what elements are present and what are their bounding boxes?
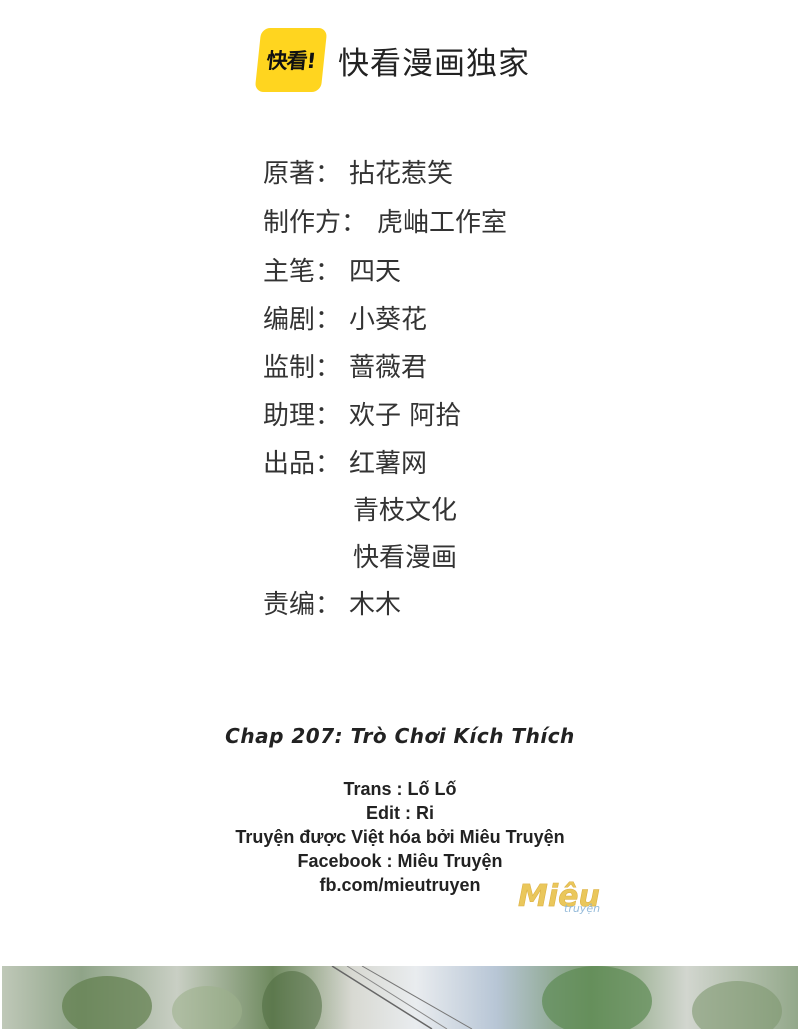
credit-value: 快看漫画 — [353, 543, 458, 573]
credit-row-assistant: 助理： 欢子 阿拾 — [263, 398, 461, 434]
credit-role: 主笔： — [263, 257, 342, 287]
credit-value: 小葵花 — [349, 305, 428, 335]
credit-role: 监制： — [263, 353, 342, 383]
credit-value: 四天 — [349, 257, 402, 287]
translation-credits: Trans : Lố Lố Edit : Ri Truyện được Việt… — [0, 777, 800, 897]
credit-role: 制作方： — [263, 208, 368, 238]
fb-url-line: fb.com/mieutruyen — [319, 875, 481, 895]
logo-label: 快看漫画独家 — [338, 45, 530, 82]
credit-role: 责编： — [263, 590, 342, 620]
chapter-title: Chap 207: Trò Chơi Kích Thích — [225, 724, 575, 748]
credit-role: 编剧： — [263, 305, 342, 335]
panel-lines — [331, 966, 473, 1029]
kuaikan-logo: 快看! 快看漫画独家 — [254, 28, 530, 92]
comic-panel-preview — [2, 966, 798, 1029]
logo-badge: 快看! — [254, 28, 328, 92]
credit-value: 虎岫工作室 — [377, 208, 508, 238]
credit-row-producer: 制作方： 虎岫工作室 — [263, 205, 507, 241]
watermark-sub: truyện — [564, 902, 600, 915]
credit-role: 原著： — [263, 159, 342, 189]
translator-line: Trans : Lố Lố — [343, 779, 457, 799]
credit-value: 欢子 阿拾 — [349, 401, 462, 431]
credit-value: 红薯网 — [349, 449, 428, 479]
facebook-line: Facebook : Miêu Truyện — [297, 851, 503, 871]
credit-value: 青枝文化 — [353, 496, 458, 526]
credit-role: 助理： — [263, 401, 342, 431]
credit-row-artist: 主笔： 四天 — [263, 254, 401, 290]
credit-value: 拈花惹笑 — [349, 159, 454, 189]
credit-row-editor: 责编： 木木 — [263, 587, 401, 623]
editor-line: Edit : Ri — [366, 803, 434, 823]
credit-value: 蔷薇君 — [349, 353, 428, 383]
credit-row-writer: 编剧： 小葵花 — [263, 302, 427, 338]
credit-row-supervisor: 监制： 蔷薇君 — [263, 350, 427, 386]
credit-value: 木木 — [349, 590, 402, 620]
group-line: Truyện được Việt hóa bởi Miêu Truyện — [235, 827, 565, 847]
credit-row-publisher-3: 快看漫画 — [353, 540, 457, 576]
credit-role: 出品： — [263, 449, 342, 479]
credit-row-publisher-2: 青枝文化 — [353, 493, 457, 529]
credit-row-publisher: 出品： 红薯网 — [263, 446, 427, 482]
credit-row-original: 原著： 拈花惹笑 — [263, 156, 453, 192]
mieu-truyen-watermark-logo: Miêu truyện — [518, 879, 600, 915]
